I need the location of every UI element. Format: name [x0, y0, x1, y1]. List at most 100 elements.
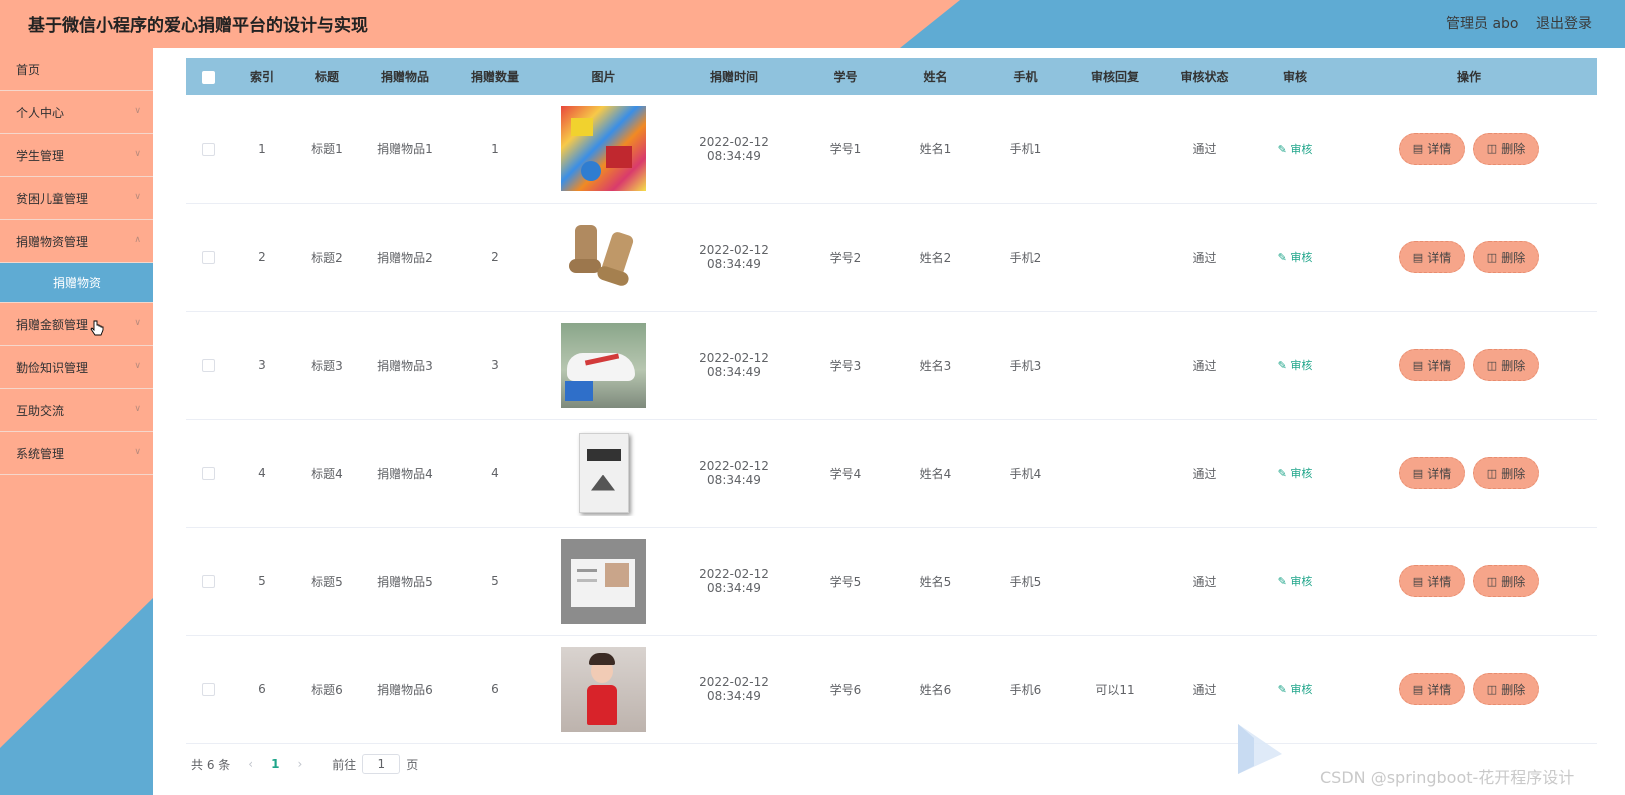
- delete-button[interactable]: ◫ 删除: [1473, 457, 1539, 489]
- cell-actions: ▤ 详情 ◫ 删除: [1341, 635, 1597, 743]
- goto-page-input[interactable]: [362, 754, 401, 774]
- cell-student-no: 学号3: [829, 358, 862, 373]
- sidebar-subitem-donation-goods[interactable]: 捐赠物资: [0, 263, 153, 303]
- sidebar-item-home[interactable]: 首页: [0, 48, 153, 91]
- audit-link[interactable]: ✎ 审核: [1278, 467, 1313, 480]
- column-header: 学号: [833, 70, 858, 84]
- cell-image: [540, 311, 667, 419]
- cell-name: 姓名2: [919, 250, 952, 265]
- audit-link[interactable]: ✎ 审核: [1278, 251, 1313, 264]
- pagination: 共 6 条 ‹ 1 › 前往 页: [191, 754, 418, 774]
- cell-audit-reply: [1070, 311, 1160, 419]
- book-image: [561, 430, 646, 516]
- edit-icon: ✎: [1277, 359, 1287, 372]
- detail-button[interactable]: ▤ 详情: [1399, 673, 1465, 705]
- cell-index: 6: [258, 682, 266, 696]
- cell-audit-reply: [1070, 419, 1160, 527]
- document-icon: ▤: [1412, 574, 1424, 588]
- cell-audit-reply: [1070, 527, 1160, 635]
- row-checkbox[interactable]: [201, 575, 215, 588]
- sidebar-item-donation-goods-management[interactable]: 捐赠物资管理 ∧: [0, 220, 153, 263]
- cell-audit-status: 通过: [1192, 466, 1217, 481]
- cell-name: 姓名4: [919, 466, 952, 481]
- audit-link[interactable]: ✎ 审核: [1278, 575, 1313, 588]
- delete-button[interactable]: ◫ 删除: [1473, 349, 1539, 381]
- cell-name: 姓名5: [919, 574, 952, 589]
- cell-title: 标题6: [311, 682, 343, 697]
- row-checkbox[interactable]: [201, 683, 215, 696]
- cell-student-no: 学号5: [829, 574, 862, 589]
- cell-image: [540, 419, 667, 527]
- edit-icon: ✎: [1277, 683, 1287, 696]
- row-checkbox[interactable]: [201, 359, 215, 372]
- row-checkbox-cell[interactable]: [186, 203, 230, 311]
- cell-item: 捐赠物品1: [377, 142, 433, 157]
- sneakers-image: [561, 322, 646, 408]
- detail-button[interactable]: ▤ 详情: [1399, 349, 1465, 381]
- row-checkbox-cell[interactable]: [186, 95, 230, 203]
- row-checkbox[interactable]: [201, 251, 215, 264]
- column-header: 图片: [591, 70, 616, 84]
- pagination-page-current[interactable]: 1: [271, 757, 279, 771]
- cell-audit-action: ✎ 审核: [1249, 527, 1341, 635]
- goto-label: 前往: [332, 757, 357, 772]
- cell-date: 2022-02-12: [699, 459, 769, 473]
- delete-button[interactable]: ◫ 删除: [1473, 241, 1539, 273]
- select-all-checkbox-cell[interactable]: [186, 58, 230, 95]
- detail-button[interactable]: ▤ 详情: [1399, 565, 1465, 597]
- detail-button[interactable]: ▤ 详情: [1399, 132, 1465, 165]
- cell-date: 2022-02-12: [699, 243, 769, 257]
- sidebar-item-student-management[interactable]: 学生管理 ∨: [0, 134, 153, 177]
- chevron-down-icon: ∨: [134, 318, 141, 328]
- delete-button[interactable]: ◫ 删除: [1473, 673, 1539, 705]
- donation-table: 索引 标题 捐赠物品 捐赠数量 图片 捐赠时间 学号 姓名 手机 审核回复 审核…: [186, 58, 1597, 744]
- trash-icon: ◫: [1486, 574, 1498, 588]
- cell-quantity: 6: [491, 682, 499, 696]
- audit-link[interactable]: ✎ 审核: [1278, 359, 1313, 372]
- trash-icon: ◫: [1486, 682, 1498, 696]
- logout-button[interactable]: 退出登录: [1536, 13, 1592, 33]
- cell-student-no: 学号4: [829, 466, 862, 481]
- sidebar-item-mutual-help[interactable]: 互助交流 ∨: [0, 389, 153, 432]
- cell-title: 标题2: [311, 250, 343, 265]
- cell-datetime: 2022-02-12 08:34:49: [667, 95, 801, 203]
- detail-button[interactable]: ▤ 详情: [1399, 457, 1465, 489]
- table-row: 6 标题6 捐赠物品6 6 2022-02-12 08:34:49 学号6 姓名6 手机6 可以1…: [186, 635, 1597, 743]
- chevron-down-icon: ∨: [134, 149, 141, 159]
- row-checkbox-cell[interactable]: [186, 527, 230, 635]
- cell-actions: ▤ 详情 ◫ 删除: [1341, 419, 1597, 527]
- column-header: 索引: [249, 70, 274, 84]
- audit-link[interactable]: ✎ 审核: [1278, 683, 1313, 696]
- sidebar-item-system-management[interactable]: 系统管理 ∨: [0, 432, 153, 475]
- sidebar-item-personal-center[interactable]: 个人中心 ∨: [0, 91, 153, 134]
- edit-icon: ✎: [1277, 467, 1287, 480]
- delete-button[interactable]: ◫ 删除: [1473, 132, 1539, 165]
- sidebar-item-donation-amount-management[interactable]: 捐赠金额管理 ∨: [0, 303, 153, 346]
- detail-button[interactable]: ▤ 详情: [1399, 241, 1465, 273]
- delete-button-label: 删除: [1501, 682, 1526, 697]
- row-checkbox-cell[interactable]: [186, 311, 230, 419]
- audit-link[interactable]: ✎ 审核: [1278, 143, 1313, 156]
- select-all-checkbox[interactable]: [201, 70, 215, 84]
- cell-image: [540, 95, 667, 203]
- cell-title: 标题1: [311, 142, 343, 157]
- detail-button-label: 详情: [1427, 574, 1452, 589]
- row-checkbox[interactable]: [201, 467, 215, 480]
- row-checkbox-cell[interactable]: [186, 419, 230, 527]
- delete-button[interactable]: ◫ 删除: [1473, 565, 1539, 597]
- sidebar-item-poor-children-management[interactable]: 贫困儿童管理 ∨: [0, 177, 153, 220]
- row-checkbox-cell[interactable]: [186, 635, 230, 743]
- next-page-icon[interactable]: ›: [297, 757, 302, 771]
- prev-page-icon[interactable]: ‹: [248, 757, 253, 771]
- document-icon: ▤: [1412, 358, 1424, 372]
- sidebar-item-thrift-knowledge-management[interactable]: 勤俭知识管理 ∨: [0, 346, 153, 389]
- table-row: 2 标题2 捐赠物品2 2 2022-02-12 08:34:49 学号2 姓名2 手机2 通过 ✎…: [186, 203, 1597, 311]
- delete-button-label: 删除: [1501, 358, 1526, 373]
- table-row: 1 标题1 捐赠物品1 1 2022-02-12 08:34:49 学号1 姓名1 手机1 通过 ✎…: [186, 95, 1597, 203]
- cell-time: 08:34:49: [707, 365, 761, 379]
- sidebar-item-label: 捐赠物资管理: [16, 234, 89, 249]
- row-checkbox[interactable]: [201, 142, 215, 156]
- cell-audit-reply: [1070, 95, 1160, 203]
- cell-actions: ▤ 详情 ◫ 删除: [1341, 527, 1597, 635]
- cell-date: 2022-02-12: [699, 675, 769, 689]
